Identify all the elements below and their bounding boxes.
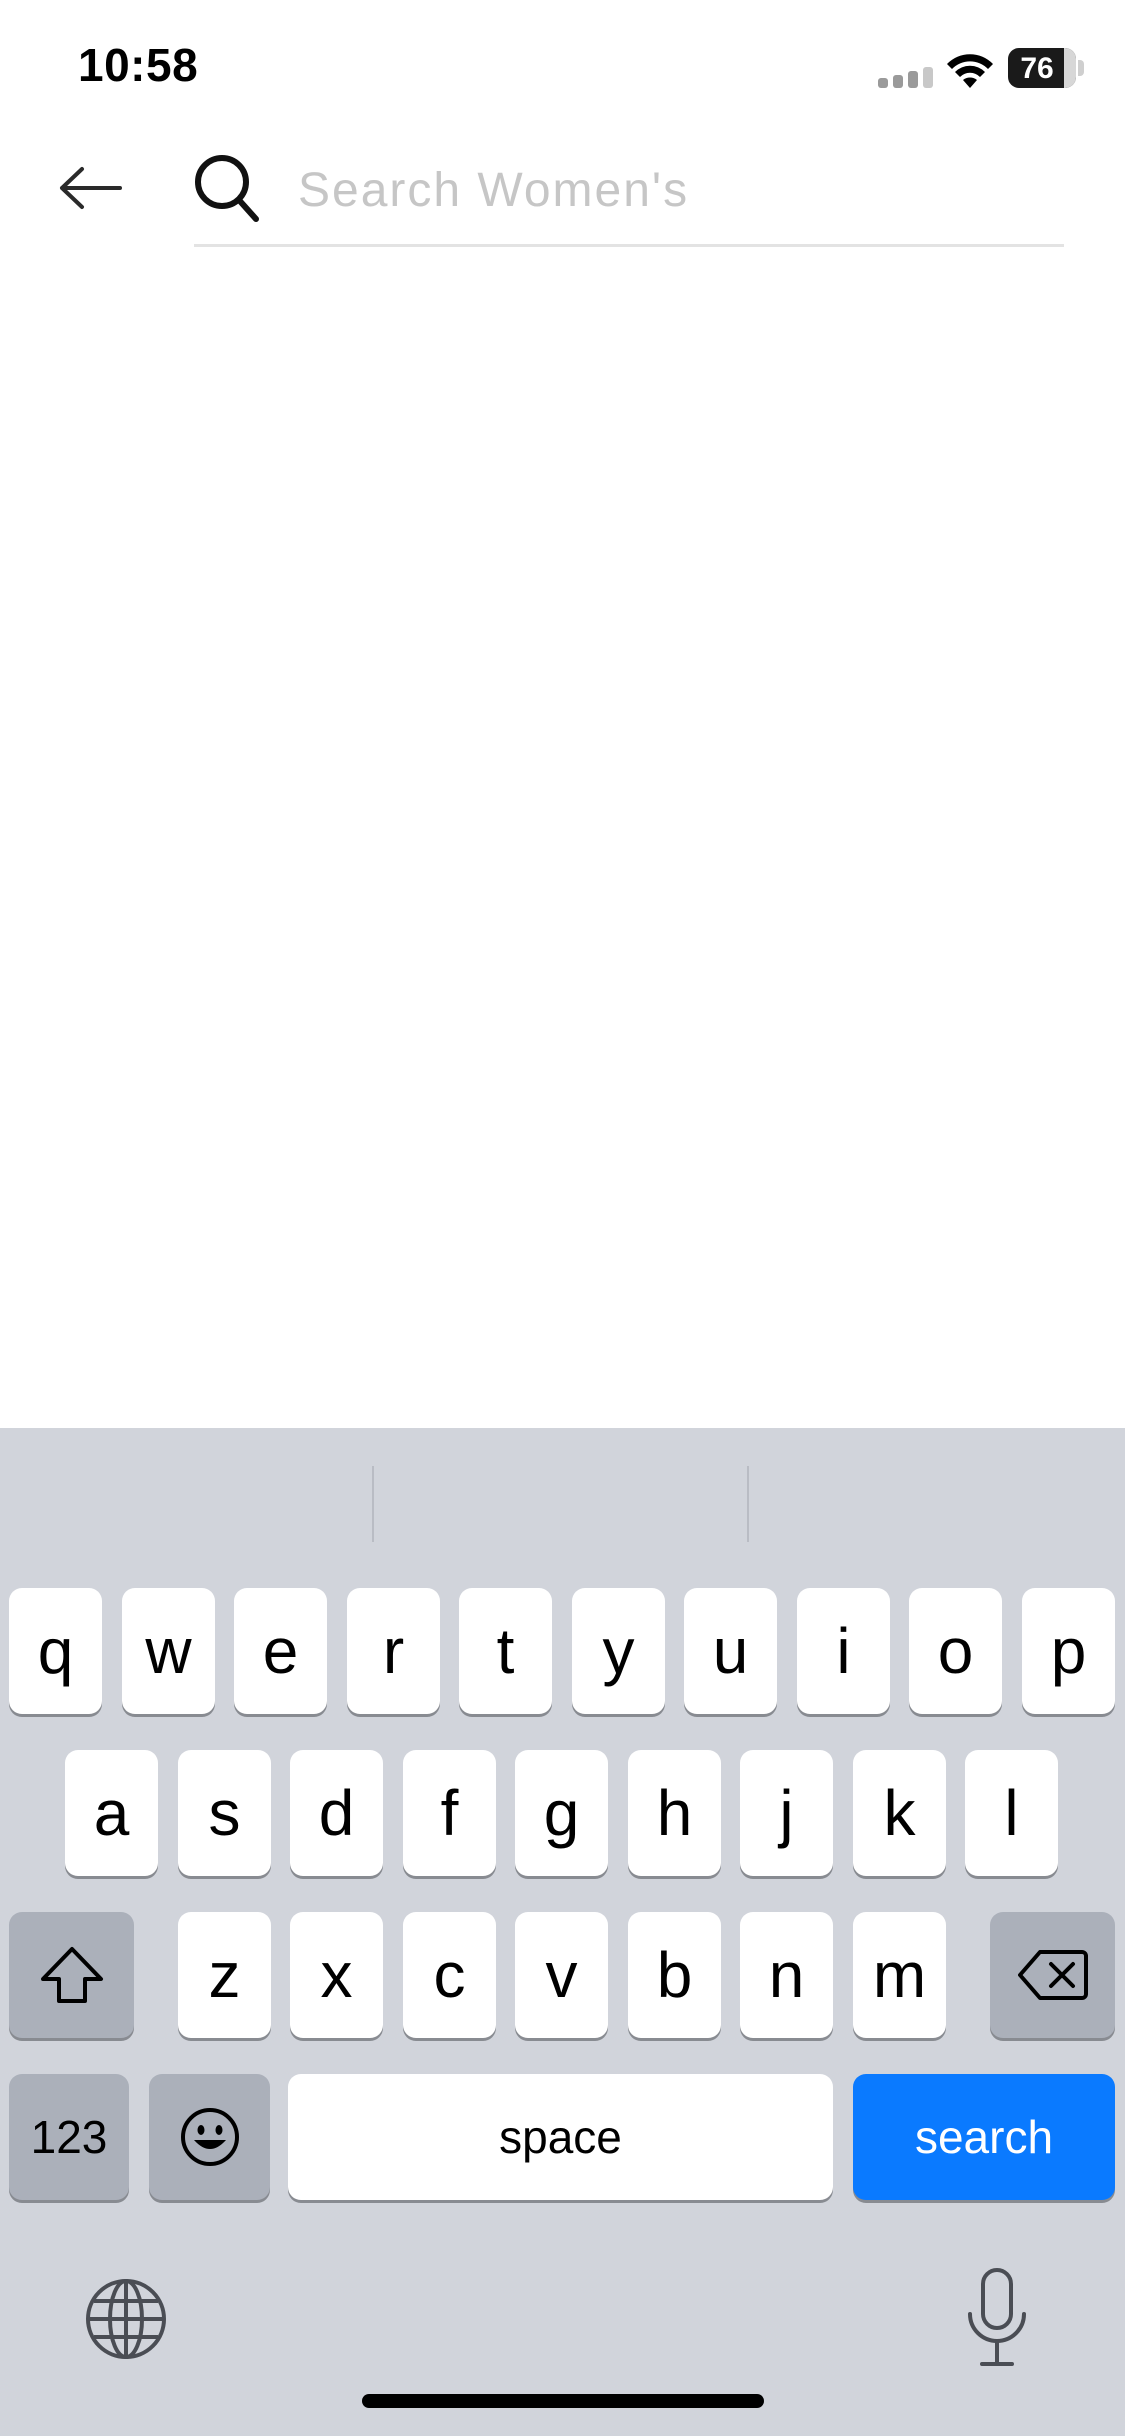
shift-icon [40, 1947, 103, 2003]
key-g[interactable]: g [515, 1750, 608, 1876]
key-d[interactable]: d [290, 1750, 383, 1876]
key-c[interactable]: c [403, 1912, 496, 2038]
globe-icon[interactable] [82, 2275, 170, 2363]
status-time: 10:58 [78, 39, 199, 91]
search-input[interactable] [298, 148, 1038, 232]
home-indicator[interactable] [362, 2394, 764, 2408]
key-x[interactable]: x [290, 1912, 383, 2038]
search-bar[interactable] [194, 140, 1064, 247]
battery-icon: 76 [1008, 48, 1076, 88]
backspace-icon [1017, 1950, 1088, 2000]
battery-percent: 76 [1020, 52, 1054, 85]
key-j[interactable]: j [740, 1750, 833, 1876]
suggestion-divider [372, 1466, 374, 1542]
backspace-key[interactable] [990, 1912, 1115, 2038]
key-l[interactable]: l [965, 1750, 1058, 1876]
emoji-key[interactable] [149, 2074, 270, 2200]
key-r[interactable]: r [347, 1588, 440, 1714]
emoji-icon [180, 2108, 239, 2166]
key-k[interactable]: k [853, 1750, 946, 1876]
search-icon [195, 155, 259, 222]
keyboard: q w e r t y u i o p a s d f g h j k l z … [0, 1428, 1125, 2436]
key-q[interactable]: q [9, 1588, 102, 1714]
key-w[interactable]: w [122, 1588, 215, 1714]
shift-key[interactable] [9, 1912, 134, 2038]
key-s[interactable]: s [178, 1750, 271, 1876]
microphone-icon[interactable] [962, 2266, 1032, 2370]
key-o[interactable]: o [909, 1588, 1002, 1714]
key-a[interactable]: a [65, 1750, 158, 1876]
key-i[interactable]: i [797, 1588, 890, 1714]
key-p[interactable]: p [1022, 1588, 1115, 1714]
suggestion-divider [747, 1466, 749, 1542]
space-key[interactable]: space [288, 2074, 833, 2200]
key-t[interactable]: t [459, 1588, 552, 1714]
key-f[interactable]: f [403, 1750, 496, 1876]
key-z[interactable]: z [178, 1912, 271, 2038]
key-u[interactable]: u [684, 1588, 777, 1714]
key-e[interactable]: e [234, 1588, 327, 1714]
back-arrow-icon [60, 167, 122, 209]
signal-icon [878, 66, 934, 88]
key-y[interactable]: y [572, 1588, 665, 1714]
key-h[interactable]: h [628, 1750, 721, 1876]
key-b[interactable]: b [628, 1912, 721, 2038]
search-key[interactable]: search [853, 2074, 1115, 2200]
battery-tip [1078, 60, 1084, 76]
back-button[interactable] [52, 150, 128, 226]
key-n[interactable]: n [740, 1912, 833, 2038]
wifi-icon [947, 54, 993, 88]
key-v[interactable]: v [515, 1912, 608, 2038]
key-m[interactable]: m [853, 1912, 946, 2038]
status-bar: 10:58 76 [0, 0, 1125, 130]
numbers-key[interactable]: 123 [9, 2074, 129, 2200]
